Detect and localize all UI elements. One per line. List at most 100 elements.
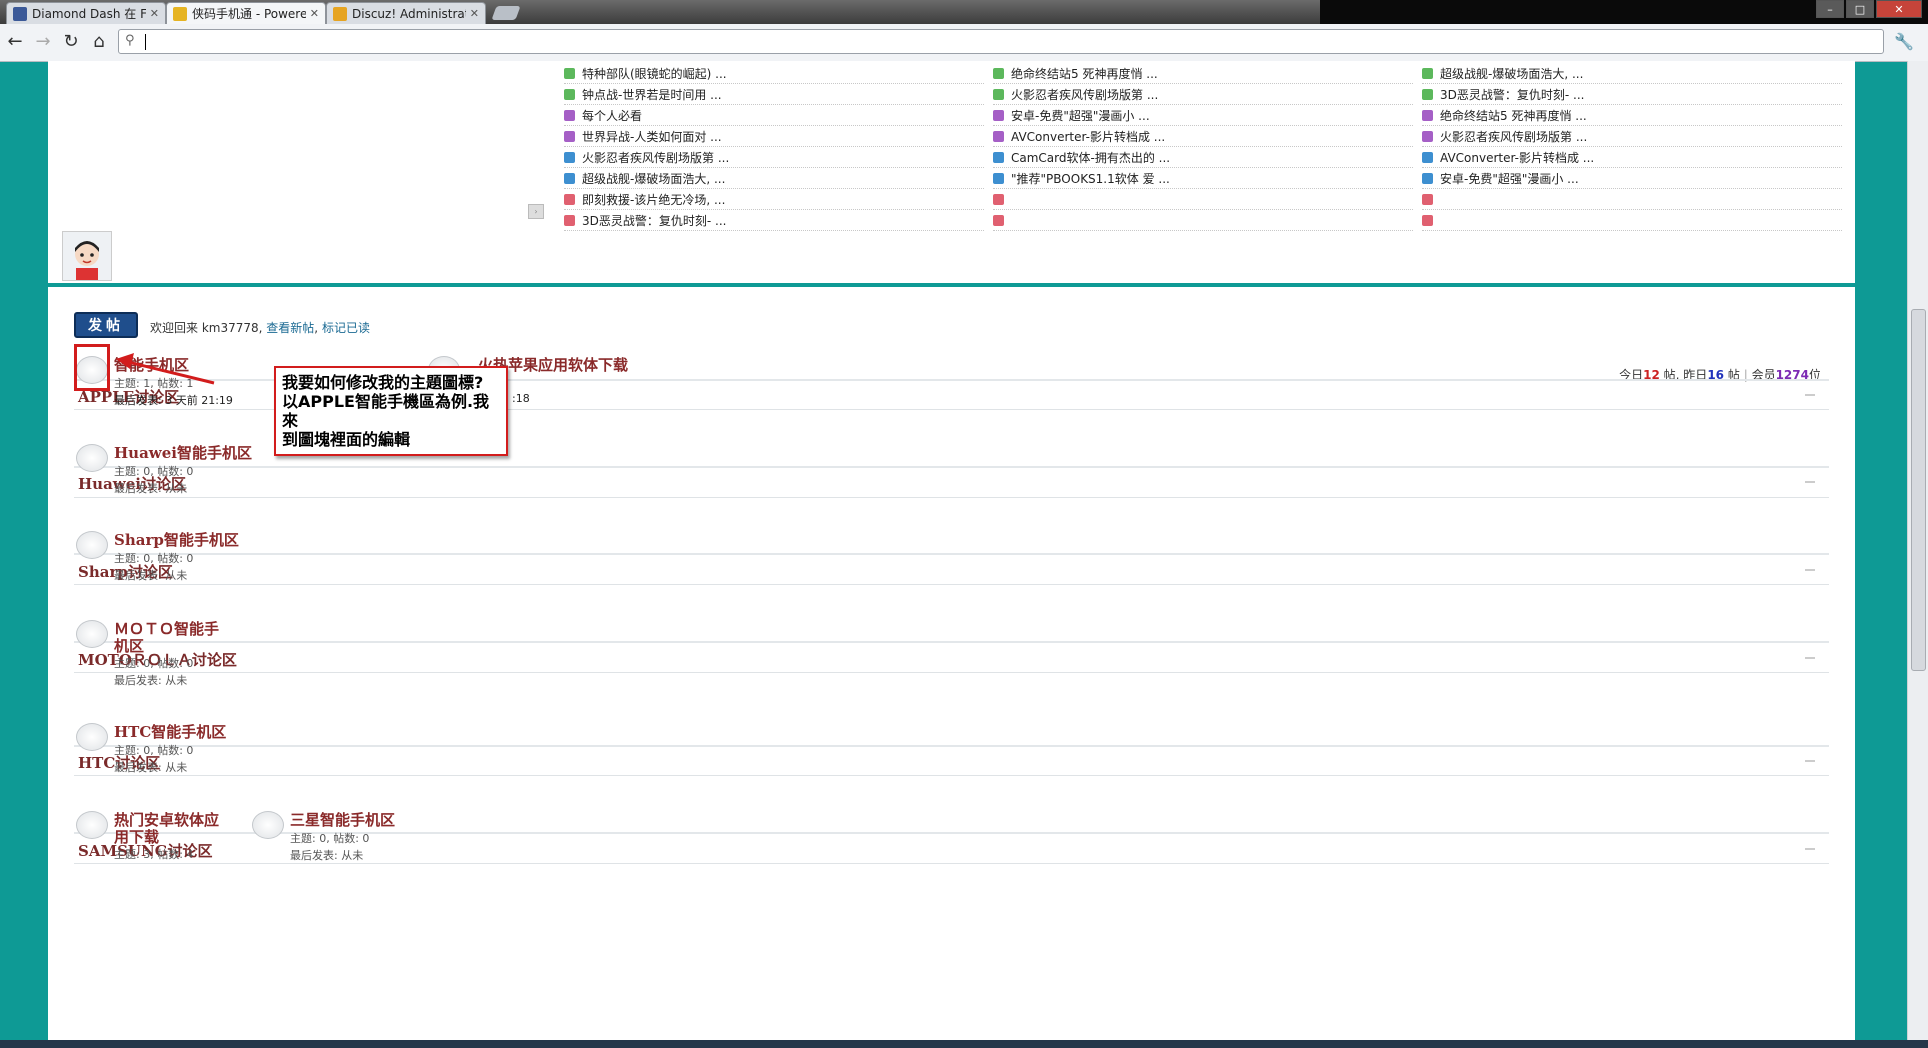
tab-xiama[interactable]: 侠码手机通 - Powered by D ✕ bbox=[166, 2, 326, 24]
forum-name-link[interactable]: Sharp智能手机区 bbox=[114, 529, 239, 550]
collapse-icon[interactable] bbox=[1805, 394, 1815, 396]
hot-topic-link[interactable]: 钟点战-世界若是时间用 ... bbox=[582, 86, 722, 103]
forum-bubble-icon[interactable] bbox=[76, 811, 108, 839]
hot-topic-link[interactable]: 火影忍者疾风传剧场版第 ... bbox=[1011, 86, 1158, 103]
home-icon[interactable]: ⌂ bbox=[88, 32, 110, 52]
hot-topic-link[interactable]: AVConverter-影片转档成 ... bbox=[1011, 128, 1165, 145]
hot-topic-row[interactable]: 3D恶灵战警：复仇时刻- ... bbox=[1422, 84, 1842, 105]
topic-type-icon bbox=[1422, 172, 1433, 184]
forum-name-link[interactable]: 机区 bbox=[114, 635, 144, 656]
collapse-icon[interactable] bbox=[1805, 657, 1815, 659]
reload-icon[interactable]: ↻ bbox=[60, 32, 82, 52]
collapse-icon[interactable] bbox=[1805, 848, 1815, 850]
hot-topic-link[interactable]: 绝命终结站5 死神再度悄 ... bbox=[1440, 107, 1587, 124]
topic-type-icon bbox=[1422, 88, 1433, 100]
hot-topic-row[interactable]: 特种部队(眼镜蛇的崛起) ... bbox=[564, 63, 984, 84]
hot-topic-row[interactable]: 每个人必看 bbox=[564, 105, 984, 126]
tab-discuz-admin[interactable]: Discuz! Administrator's Co ✕ bbox=[326, 2, 486, 24]
hot-topic-link[interactable]: 世界异战-人类如何面对 ... bbox=[582, 128, 722, 145]
forum-bubble-icon[interactable] bbox=[76, 620, 108, 648]
topic-type-icon bbox=[564, 151, 575, 163]
pager-arrow-icon[interactable]: › bbox=[528, 204, 544, 219]
category-divider bbox=[74, 863, 1829, 864]
hot-topic-row[interactable]: "推荐"PBOOKS1.1软体 爱 ... bbox=[993, 168, 1413, 189]
forum-name-link[interactable]: Huawei智能手机区 bbox=[114, 442, 252, 463]
window-controls: – □ ✕ bbox=[1814, 0, 1922, 18]
tab-diamond-dash[interactable]: Diamond Dash 在 Facebo ✕ bbox=[6, 2, 166, 24]
avatar[interactable] bbox=[62, 231, 112, 281]
new-post-button[interactable]: 发帖 bbox=[74, 312, 138, 338]
hot-topic-row[interactable]: CamCard软体-拥有杰出的 ... bbox=[993, 147, 1413, 168]
hot-topic-link[interactable]: 每个人必看 bbox=[582, 107, 642, 124]
forum-name-link[interactable]: 三星智能手机区 bbox=[290, 809, 395, 830]
hot-topic-row[interactable]: AVConverter-影片转档成 ... bbox=[993, 126, 1413, 147]
hot-topic-link[interactable]: 超级战舰-爆破场面浩大, ... bbox=[582, 170, 725, 187]
maximize-button[interactable]: □ bbox=[1846, 0, 1874, 18]
topic-type-icon bbox=[993, 214, 1004, 226]
welcome-text: 欢迎回来 km37778, bbox=[150, 321, 263, 335]
new-tab-button[interactable] bbox=[491, 6, 521, 20]
wrench-menu-icon[interactable]: 🔧 bbox=[1894, 32, 1914, 51]
forum-name-link[interactable]: 智能手机区 bbox=[114, 354, 189, 375]
minimize-button[interactable]: – bbox=[1816, 0, 1844, 18]
hot-topic-row[interactable]: 火影忍者疾风传剧场版第 ... bbox=[993, 84, 1413, 105]
hot-topic-row[interactable]: 即刻救援-该片绝无冷场, ... bbox=[564, 189, 984, 210]
page-scrollbar[interactable] bbox=[1907, 61, 1928, 1040]
mark-read-link[interactable]: 标记已读 bbox=[322, 321, 370, 335]
hot-topic-row[interactable] bbox=[1422, 189, 1842, 210]
hot-topic-link[interactable]: 安卓-免费"超强"漫画小 ... bbox=[1440, 170, 1579, 187]
collapse-icon[interactable] bbox=[1805, 481, 1815, 483]
hot-topic-link[interactable]: 火影忍者疾风传剧场版第 ... bbox=[1440, 128, 1587, 145]
hot-topic-row[interactable]: 3D恶灵战警：复仇时刻- ... bbox=[564, 210, 984, 231]
forum-bubble-icon[interactable] bbox=[76, 444, 108, 472]
forum-last-post: 最后发表: 3 天前 21:19 bbox=[114, 394, 233, 407]
hot-topic-link[interactable]: 3D恶灵战警：复仇时刻- ... bbox=[1440, 86, 1584, 103]
forum-counts: 主题: 3, 帖数: 4 bbox=[114, 848, 194, 861]
search-icon: ⚲ bbox=[125, 33, 135, 48]
hot-topic-link[interactable]: 3D恶灵战警：复仇时刻- ... bbox=[582, 212, 726, 229]
hot-topic-row[interactable]: 火影忍者疾风传剧场版第 ... bbox=[1422, 126, 1842, 147]
hot-topic-row[interactable] bbox=[993, 189, 1413, 210]
close-tab-icon[interactable]: ✕ bbox=[150, 7, 159, 20]
hot-topic-row[interactable]: 安卓-免费"超强"漫画小 ... bbox=[1422, 168, 1842, 189]
hot-topic-row[interactable]: 绝命终结站5 死神再度悄 ... bbox=[993, 63, 1413, 84]
hot-topic-row[interactable]: 超级战舰-爆破场面浩大, ... bbox=[1422, 63, 1842, 84]
hot-topic-link[interactable]: "推荐"PBOOKS1.1软体 爱 ... bbox=[1011, 170, 1170, 187]
address-bar[interactable]: ⚲ bbox=[118, 29, 1884, 54]
hot-topic-row[interactable] bbox=[993, 210, 1413, 231]
forum-bubble-icon[interactable] bbox=[76, 723, 108, 751]
back-arrow-icon[interactable]: ← bbox=[4, 32, 26, 52]
hot-topic-row[interactable]: 世界异战-人类如何面对 ... bbox=[564, 126, 984, 147]
close-window-button[interactable]: ✕ bbox=[1876, 0, 1922, 18]
hot-topic-link[interactable]: 即刻救援-该片绝无冷场, ... bbox=[582, 191, 725, 208]
hot-topic-link[interactable]: CamCard软体-拥有杰出的 ... bbox=[1011, 149, 1170, 166]
forward-arrow-icon[interactable]: → bbox=[32, 32, 54, 52]
hot-topic-link[interactable]: 特种部队(眼镜蛇的崛起) ... bbox=[582, 65, 727, 82]
close-tab-icon[interactable]: ✕ bbox=[470, 7, 479, 20]
forum-bubble-icon[interactable] bbox=[76, 531, 108, 559]
forum-bubble-icon[interactable] bbox=[252, 811, 284, 839]
hot-topic-row[interactable]: 绝命终结站5 死神再度悄 ... bbox=[1422, 105, 1842, 126]
hot-topics-panel: 特种部队(眼镜蛇的崛起) ... 钟点战-世界若是时间用 ... 每个人必看世界异战… bbox=[48, 61, 1855, 281]
view-new-posts-link[interactable]: 查看新帖 bbox=[266, 321, 314, 335]
hot-topic-row[interactable]: 火影忍者疾风传剧场版第 ... bbox=[564, 147, 984, 168]
hot-topic-row[interactable]: 安卓-免费"超强"漫画小 ... bbox=[993, 105, 1413, 126]
hot-topic-link[interactable]: 安卓-免费"超强"漫画小 ... bbox=[1011, 107, 1150, 124]
forum-name-link[interactable]: 用下载 bbox=[114, 826, 159, 847]
annotation-callout: 我要如何修改我的主題圖標? 以APPLE智能手機區為例.我來 到圖塊裡面的編輯 bbox=[274, 366, 508, 456]
collapse-icon[interactable] bbox=[1805, 760, 1815, 762]
hot-topics-column-2: 绝命终结站5 死神再度悄 ... 火影忍者疾风传剧场版第 ... 安卓-免费"超强"… bbox=[993, 63, 1413, 231]
hot-topic-row[interactable]: 钟点战-世界若是时间用 ... bbox=[564, 84, 984, 105]
hot-topic-row[interactable]: 超级战舰-爆破场面浩大, ... bbox=[564, 168, 984, 189]
hot-topic-link[interactable]: 火影忍者疾风传剧场版第 ... bbox=[582, 149, 729, 166]
hot-topic-row[interactable] bbox=[1422, 210, 1842, 231]
hot-topic-link[interactable]: 绝命终结站5 死神再度悄 ... bbox=[1011, 65, 1158, 82]
hot-topic-link[interactable]: 超级战舰-爆破场面浩大, ... bbox=[1440, 65, 1583, 82]
close-tab-icon[interactable]: ✕ bbox=[310, 7, 319, 20]
scrollbar-thumb[interactable] bbox=[1911, 309, 1926, 671]
forum-name-link[interactable]: HTC智能手机区 bbox=[114, 721, 226, 742]
hot-topic-link[interactable]: AVConverter-影片转档成 ... bbox=[1440, 149, 1594, 166]
topic-type-icon bbox=[564, 214, 575, 226]
hot-topic-row[interactable]: AVConverter-影片转档成 ... bbox=[1422, 147, 1842, 168]
collapse-icon[interactable] bbox=[1805, 569, 1815, 571]
